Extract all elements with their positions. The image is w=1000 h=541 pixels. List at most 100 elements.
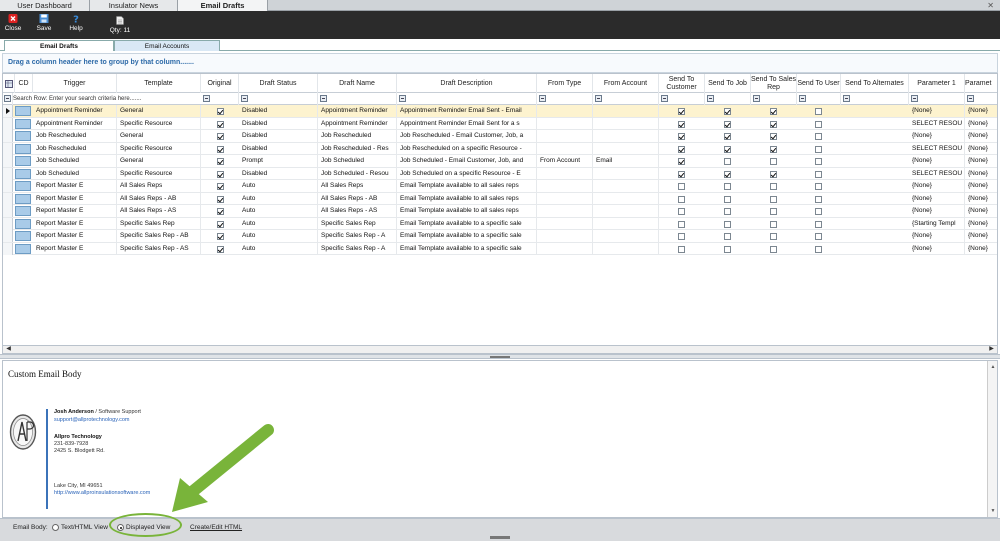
checkbox-user[interactable]: [815, 170, 822, 178]
cd-cell[interactable]: [15, 118, 31, 129]
tab-insulator-news[interactable]: Insulator News: [90, 0, 178, 11]
cell-status[interactable]: Disabled: [239, 142, 318, 155]
cell-desc[interactable]: Email Template available to all sales re…: [397, 180, 537, 192]
checkbox-customer[interactable]: [678, 220, 685, 228]
cell-template[interactable]: All Sales Reps - AS: [117, 205, 201, 217]
tab-email-drafts[interactable]: Email Drafts: [178, 0, 268, 11]
vertical-scrollbar[interactable]: ▲ ▼: [987, 361, 997, 517]
cell-param2[interactable]: {None}: [965, 205, 997, 217]
cell-status[interactable]: Disabled: [239, 105, 318, 117]
cell-from-type[interactable]: [537, 167, 593, 180]
checkbox-user[interactable]: [815, 220, 822, 228]
filter-draft-status[interactable]: [239, 93, 318, 105]
cell-trigger[interactable]: Job Rescheduled: [33, 142, 117, 155]
cell-status[interactable]: Auto: [239, 217, 318, 230]
checkbox-user[interactable]: [815, 145, 822, 153]
cell-status[interactable]: Auto: [239, 205, 318, 217]
cell-name[interactable]: Specific Sales Rep: [318, 217, 397, 230]
cell-param1[interactable]: {None}: [909, 105, 965, 117]
cell-from-type[interactable]: [537, 142, 593, 155]
checkbox-rep[interactable]: [770, 120, 777, 128]
cell-name[interactable]: Job Rescheduled - Res: [318, 142, 397, 155]
row-indicator[interactable]: [3, 117, 13, 130]
checkbox-job[interactable]: [724, 158, 731, 165]
filter-original[interactable]: [201, 93, 239, 105]
checkbox-customer[interactable]: [678, 245, 685, 253]
checkbox-customer[interactable]: [678, 120, 685, 128]
checkbox-job[interactable]: [724, 245, 731, 253]
checkbox-user[interactable]: [815, 120, 822, 128]
table-row[interactable]: Report Master E Specific Sales Rep Auto Spe…: [3, 217, 997, 230]
checkbox-customer[interactable]: [678, 208, 685, 215]
checkbox-job[interactable]: [724, 220, 731, 228]
checkbox-rep[interactable]: [770, 195, 777, 203]
row-indicator[interactable]: [3, 242, 13, 255]
cell-param1[interactable]: {None}: [909, 205, 965, 217]
cd-cell[interactable]: [15, 143, 31, 154]
filter-send-to-alternates[interactable]: [841, 93, 909, 105]
cell-template[interactable]: General: [117, 130, 201, 142]
cell-param2[interactable]: {None}: [965, 118, 997, 130]
cell-status[interactable]: Disabled: [239, 117, 318, 130]
cell-name[interactable]: Specific Sales Rep - A: [318, 230, 397, 242]
checkbox-rep[interactable]: [770, 233, 777, 240]
row-indicator[interactable]: [3, 205, 13, 217]
filter-send-to-sales-rep[interactable]: [751, 93, 797, 105]
checkbox-original[interactable]: [217, 133, 224, 140]
tab-email-accounts[interactable]: Email Accounts: [114, 40, 220, 51]
scroll-left-icon[interactable]: ◀: [4, 346, 13, 353]
cd-cell[interactable]: [15, 106, 31, 116]
horizontal-scrollbar[interactable]: ◀ ▶: [2, 345, 998, 354]
close-button[interactable]: Close: [0, 13, 26, 37]
cell-param1[interactable]: SELECT RESOU: [909, 117, 965, 130]
checkbox-user[interactable]: [815, 133, 822, 140]
save-button[interactable]: Save: [31, 13, 57, 37]
cell-from-account[interactable]: [593, 105, 659, 117]
text-html-view-label[interactable]: Text/HTML View: [61, 524, 108, 531]
cd-cell[interactable]: [15, 181, 31, 191]
signature-email[interactable]: support@allprotechnology.com: [54, 417, 130, 423]
row-indicator[interactable]: [3, 155, 13, 167]
cell-desc[interactable]: Email Template available to a specific s…: [397, 242, 537, 255]
search-row-input[interactable]: Search Row: Enter your search criteria h…: [13, 93, 141, 105]
cell-from-account[interactable]: [593, 230, 659, 242]
cell-param2[interactable]: {None}: [965, 105, 997, 117]
row-indicator[interactable]: [3, 142, 13, 155]
checkbox-customer[interactable]: [678, 170, 685, 178]
cell-from-type[interactable]: [537, 242, 593, 255]
cell-param1[interactable]: {None}: [909, 155, 965, 167]
table-row[interactable]: Report Master E All Sales Reps - AB Auto Al…: [3, 192, 997, 205]
table-row[interactable]: Job Rescheduled General Disabled Job Resche…: [3, 130, 997, 143]
cell-template[interactable]: Specific Resource: [117, 167, 201, 180]
checkbox-original[interactable]: [217, 208, 224, 215]
checkbox-rep[interactable]: [770, 183, 777, 190]
cell-param1[interactable]: SELECT RESOU: [909, 142, 965, 155]
checkbox-user[interactable]: [815, 245, 822, 253]
cell-name[interactable]: All Sales Reps - AB: [318, 192, 397, 205]
cell-name[interactable]: Job Rescheduled: [318, 130, 397, 142]
row-indicator[interactable]: [3, 105, 13, 117]
cell-param1[interactable]: {Starting Templ: [909, 217, 965, 230]
cell-trigger[interactable]: Job Rescheduled: [33, 130, 117, 142]
checkbox-job[interactable]: [724, 183, 731, 190]
cell-param2[interactable]: {None}: [965, 230, 997, 242]
checkbox-user[interactable]: [815, 108, 822, 115]
checkbox-customer[interactable]: [678, 108, 685, 115]
cell-param2[interactable]: {None}: [965, 218, 997, 230]
cell-param2[interactable]: {None}: [965, 243, 997, 255]
cell-param1[interactable]: {None}: [909, 230, 965, 242]
filter-send-to-customer[interactable]: [659, 93, 705, 105]
cell-trigger[interactable]: Report Master E: [33, 180, 117, 192]
row-indicator[interactable]: [3, 192, 13, 205]
checkbox-original[interactable]: [217, 245, 224, 253]
cd-cell[interactable]: [15, 131, 31, 141]
cell-trigger[interactable]: Report Master E: [33, 217, 117, 230]
row-indicator[interactable]: [3, 230, 13, 242]
cell-desc[interactable]: Appointment Reminder Email Sent for a s: [397, 117, 537, 130]
cell-from-type[interactable]: [537, 180, 593, 192]
checkbox-customer[interactable]: [678, 183, 685, 190]
cell-param2[interactable]: {None}: [965, 168, 997, 180]
cell-name[interactable]: Appointment Reminder: [318, 105, 397, 117]
cell-status[interactable]: Auto: [239, 192, 318, 205]
cell-desc[interactable]: Email Template available to all sales re…: [397, 205, 537, 217]
